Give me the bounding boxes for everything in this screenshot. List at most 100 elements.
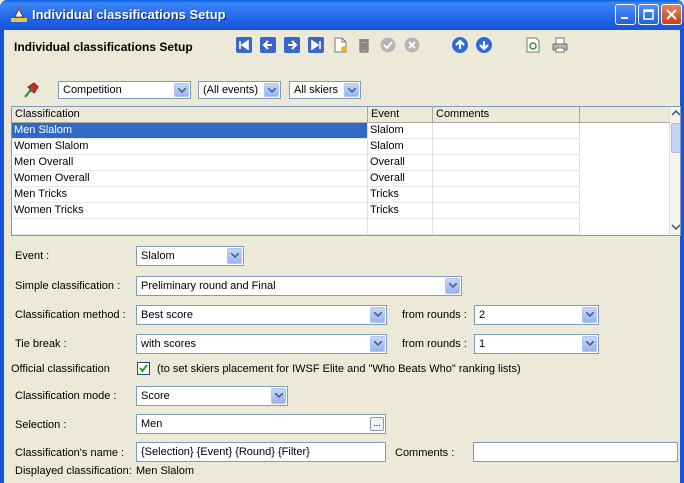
method-rounds-select[interactable]: 2 <box>474 305 599 325</box>
classification-mode-label: Classification mode : <box>15 390 117 402</box>
displayed-classification-value: Men Slalom <box>136 465 195 477</box>
chevron-down-icon <box>370 336 385 352</box>
simple-classification-label: Simple classification : <box>15 280 121 292</box>
column-header-comments[interactable]: Comments <box>433 107 580 123</box>
cell-classification: Women Tricks <box>12 203 368 219</box>
scrollbar-thumb[interactable] <box>671 123 680 153</box>
cell-comments <box>433 155 580 171</box>
cell-comments <box>433 139 580 155</box>
displayed-classification-label: Displayed classification: <box>15 465 132 477</box>
previous-record-icon[interactable] <box>259 36 277 54</box>
title-bar: Individual classifications Setup <box>0 0 684 30</box>
chevron-down-icon[interactable] <box>671 223 681 231</box>
classifications-grid[interactable]: Classification Event Comments Men Slalom… <box>11 106 681 236</box>
comments-label: Comments : <box>395 447 455 459</box>
cell-comments <box>433 187 580 203</box>
competition-select[interactable]: Competition <box>58 81 191 99</box>
classification-method-select[interactable]: Best score <box>136 305 387 325</box>
close-icon <box>666 9 677 20</box>
first-record-icon[interactable] <box>235 36 253 54</box>
delete-icon[interactable] <box>355 36 373 54</box>
table-row[interactable]: Women Overall Overall <box>12 171 582 187</box>
comments-field[interactable] <box>473 442 678 462</box>
table-row[interactable]: Men Tricks Tricks <box>12 187 582 203</box>
tie-break-value: with scores <box>141 338 197 350</box>
classification-method-label: Classification method : <box>15 309 126 321</box>
classification-name-field[interactable]: {Selection} {Event} {Round} {Filter} <box>136 442 386 462</box>
chevron-down-icon <box>227 248 242 264</box>
events-select[interactable]: (All events) <box>198 81 281 99</box>
cell-classification: Women Overall <box>12 171 368 187</box>
tie-rounds-select[interactable]: 1 <box>474 334 599 354</box>
new-record-icon[interactable] <box>331 36 349 54</box>
cell-classification: Men Tricks <box>12 187 368 203</box>
chevron-down-icon <box>582 336 597 352</box>
chevron-up-icon[interactable] <box>671 109 681 117</box>
maximize-icon <box>643 9 654 20</box>
method-from-rounds-label: from rounds : <box>402 309 467 321</box>
selection-field[interactable]: Men <box>136 414 386 434</box>
event-select[interactable]: Slalom <box>136 246 244 266</box>
cell-event <box>368 219 433 235</box>
toolbar-title: Individual classifications Setup <box>14 40 193 54</box>
table-row[interactable]: Men Slalom Slalom <box>12 123 582 139</box>
maximize-button[interactable] <box>638 4 659 25</box>
official-classification-checkbox[interactable] <box>137 362 150 375</box>
skiers-select-value: All skiers <box>294 84 339 96</box>
window-title: Individual classifications Setup <box>32 7 226 22</box>
cell-comments <box>433 123 580 139</box>
grid-header: Classification Event Comments <box>12 107 680 123</box>
print-preview-icon[interactable] <box>524 36 542 54</box>
tie-break-select[interactable]: with scores <box>136 334 387 354</box>
classification-mode-select[interactable]: Score <box>136 386 288 406</box>
minimize-icon <box>621 17 628 19</box>
last-record-icon[interactable] <box>307 36 325 54</box>
chevron-down-icon <box>370 307 385 323</box>
classification-method-value: Best score <box>141 309 193 321</box>
cell-comments <box>433 171 580 187</box>
classification-name-value: {Selection} {Event} {Round} {Filter} <box>141 446 310 458</box>
cell-event: Slalom <box>368 139 433 155</box>
print-icon[interactable] <box>551 36 569 54</box>
skiers-select[interactable]: All skiers <box>289 81 361 99</box>
simple-classification-value: Preliminary round and Final <box>141 280 276 292</box>
app-skier-icon <box>11 7 27 22</box>
move-up-icon[interactable] <box>451 36 469 54</box>
confirm-icon[interactable] <box>379 36 397 54</box>
tie-break-label: Tie break : <box>15 338 67 350</box>
competition-select-value: Competition <box>63 84 122 96</box>
classification-mode-value: Score <box>141 390 170 402</box>
event-label: Event : <box>15 250 50 262</box>
chevron-down-icon <box>445 278 460 294</box>
cell-event: Overall <box>368 155 433 171</box>
cell-event: Tricks <box>368 187 433 203</box>
tie-rounds-value: 1 <box>479 338 486 350</box>
chevron-down-icon <box>271 388 286 404</box>
grid-vertical-scrollbar[interactable] <box>669 107 681 235</box>
table-row-partial[interactable] <box>12 219 582 235</box>
selection-browse-button[interactable]: ... <box>370 417 384 431</box>
cell-comments <box>433 219 580 235</box>
table-row[interactable]: Men Overall Overall <box>12 155 582 171</box>
table-row[interactable]: Women Slalom Slalom <box>12 139 582 155</box>
cancel-icon[interactable] <box>403 36 421 54</box>
selection-label: Selection : <box>15 419 67 431</box>
minimize-button[interactable] <box>615 4 636 25</box>
close-button[interactable] <box>661 4 682 25</box>
cell-classification <box>12 219 368 235</box>
next-record-icon[interactable] <box>283 36 301 54</box>
table-row[interactable]: Women Tricks Tricks <box>12 203 582 219</box>
cell-comments <box>433 203 580 219</box>
simple-classification-select[interactable]: Preliminary round and Final <box>136 276 462 296</box>
cell-classification: Women Slalom <box>12 139 368 155</box>
classification-name-label: Classification's name : <box>15 447 125 459</box>
move-down-icon[interactable] <box>475 36 493 54</box>
method-rounds-value: 2 <box>479 309 486 321</box>
selection-value: Men <box>141 418 163 430</box>
chevron-down-icon <box>264 83 279 97</box>
event-select-value: Slalom <box>141 250 175 262</box>
pin-icon <box>24 82 39 98</box>
column-header-event[interactable]: Event <box>368 107 433 123</box>
cell-event: Slalom <box>368 123 433 139</box>
column-header-classification[interactable]: Classification <box>12 107 368 123</box>
